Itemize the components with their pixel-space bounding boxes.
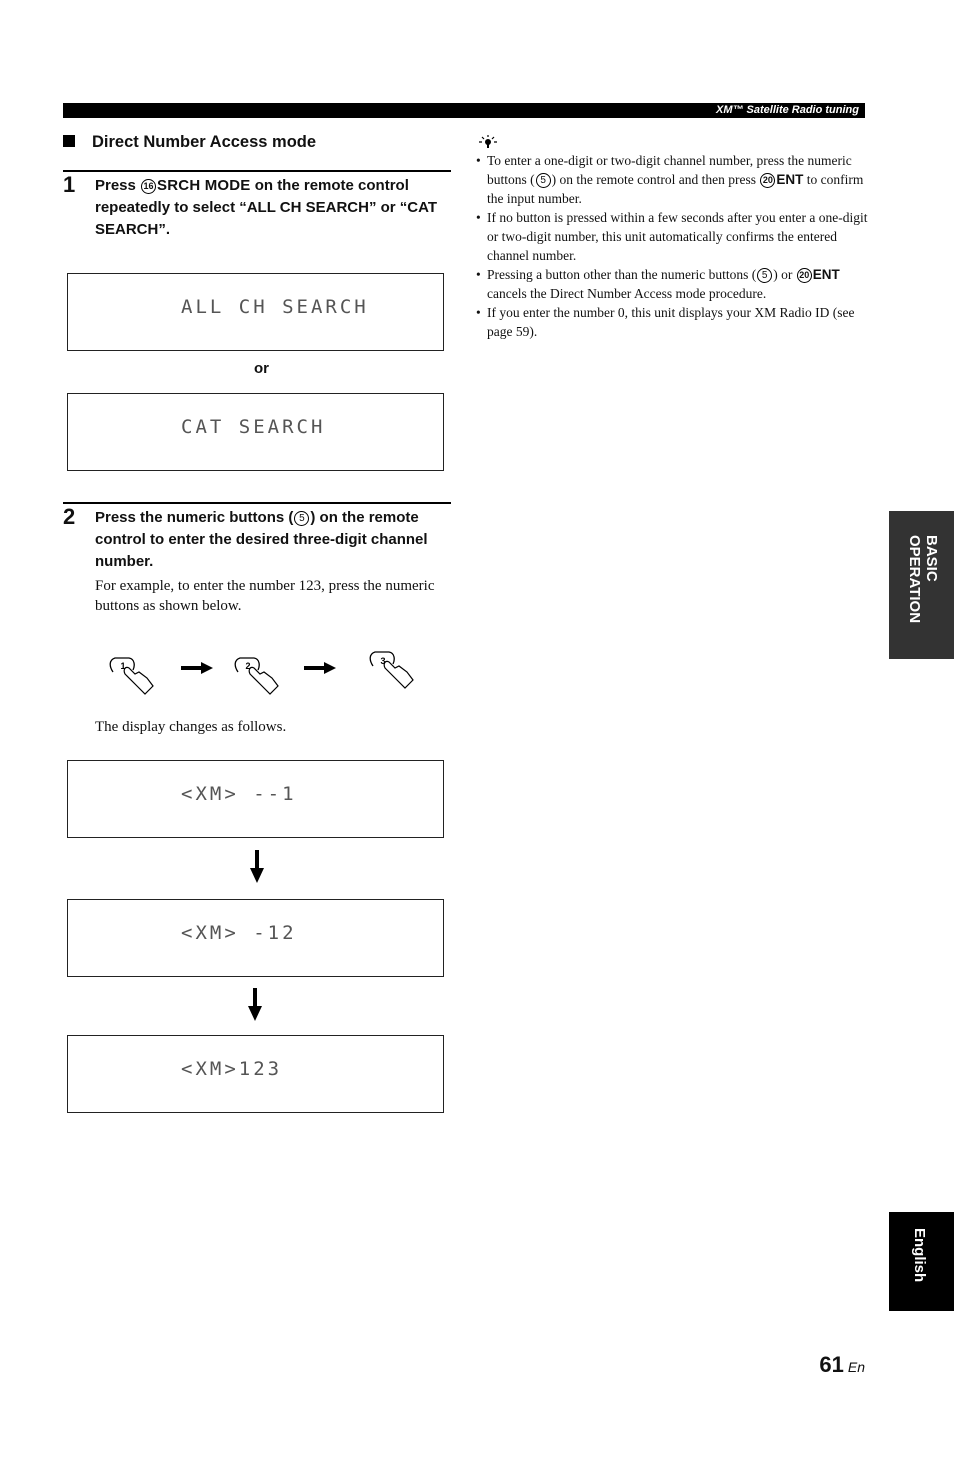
tip-item: Pressing a button other than the numeric… (476, 265, 868, 303)
step2-rule (63, 502, 451, 504)
display-text: CAT SEARCH (181, 416, 326, 438)
display-panel-step-1: <XM> --1 (67, 760, 444, 838)
step1-rule (63, 170, 451, 172)
key-press-illustration: 1 2 3 (105, 650, 425, 700)
tip-text: Pressing a button other than the numeric… (487, 267, 757, 282)
page-number: 61 En (819, 1352, 865, 1378)
page-lang-suffix: En (847, 1359, 865, 1375)
arrow-down-icon (248, 988, 262, 1021)
tip-item: To enter a one-digit or two-digit channe… (476, 151, 868, 208)
display-text: ALL CH SEARCH (181, 296, 369, 318)
key-label: 2 (245, 661, 250, 671)
step1-instruction: Press 16 SRCH MODE on the remote control … (95, 175, 455, 241)
button-ref-badge: 16 (141, 179, 157, 194)
display-text: <XM> --1 (181, 783, 297, 805)
tip-text: ) or (773, 267, 796, 282)
display-panel-all-ch-search: ALL CH SEARCH (67, 273, 444, 351)
button-ref-badge: 5 (535, 173, 551, 188)
display-text: <XM>123 (181, 1058, 283, 1080)
ent-key: ENT (812, 267, 840, 282)
tip-lightbulb-icon (479, 135, 497, 148)
display-panel-step-2: <XM> -12 (67, 899, 444, 977)
tip-item: If you enter the number 0, this unit dis… (476, 303, 868, 341)
key-label: 1 (120, 661, 125, 671)
section-heading: Direct Number Access mode (63, 133, 316, 152)
button-ref-badge: 20 (760, 173, 776, 188)
tips-section: To enter a one-digit or two-digit channe… (476, 151, 868, 341)
button-ref-badge: 5 (757, 268, 773, 283)
square-bullet-icon (63, 135, 75, 147)
button-ref-badge: 20 (796, 268, 812, 283)
ent-key: ENT (776, 172, 804, 187)
tip-text: ) on the remote control and then press (551, 172, 760, 187)
page-number-value: 61 (819, 1352, 844, 1377)
header-bar: XM™ Satellite Radio tuning (63, 103, 865, 118)
side-tab-label: BASIC OPERATION (906, 535, 940, 624)
step1-number: 1 (63, 172, 76, 197)
arrow-right-icon (304, 662, 336, 674)
side-tab-language[interactable]: English (889, 1212, 954, 1311)
key-sequence-svg: 1 2 3 (109, 651, 414, 695)
step2-example-text: For example, to enter the number 123, pr… (95, 578, 435, 614)
tip-text: cancels the Direct Number Access mode pr… (487, 286, 767, 301)
section-title: Direct Number Access mode (92, 133, 317, 151)
side-tab-basic-operation[interactable]: BASIC OPERATION (889, 511, 954, 659)
press-key-2-icon (234, 657, 279, 695)
press-key-1-icon (109, 657, 154, 695)
step1-text-pre: Press (95, 177, 141, 194)
side-tab-label: English (911, 1228, 928, 1283)
or-label: or (254, 360, 269, 377)
step2-text-pre: Press the numeric buttons ( (95, 509, 294, 526)
arrow-down-icon (250, 850, 264, 883)
display-text: <XM> -12 (181, 922, 297, 944)
tip-item: If no button is pressed within a few sec… (476, 208, 868, 265)
chapter-title: XM™ Satellite Radio tuning (715, 104, 859, 116)
key-label: 3 (380, 656, 385, 666)
display-panel-step-3: <XM>123 (67, 1035, 444, 1113)
button-ref-badge: 5 (294, 511, 310, 526)
tips-list: To enter a one-digit or two-digit channe… (476, 151, 868, 341)
display-changes-note: The display changes as follows. (95, 719, 287, 735)
arrow-right-icon (181, 662, 213, 674)
step2-number: 2 (63, 504, 76, 529)
press-key-3-icon (369, 651, 414, 689)
display-panel-cat-search: CAT SEARCH (67, 393, 444, 471)
step2-instruction: Press the numeric buttons (5) on the rem… (95, 507, 455, 573)
srch-mode-key: SRCH MODE (157, 177, 251, 194)
